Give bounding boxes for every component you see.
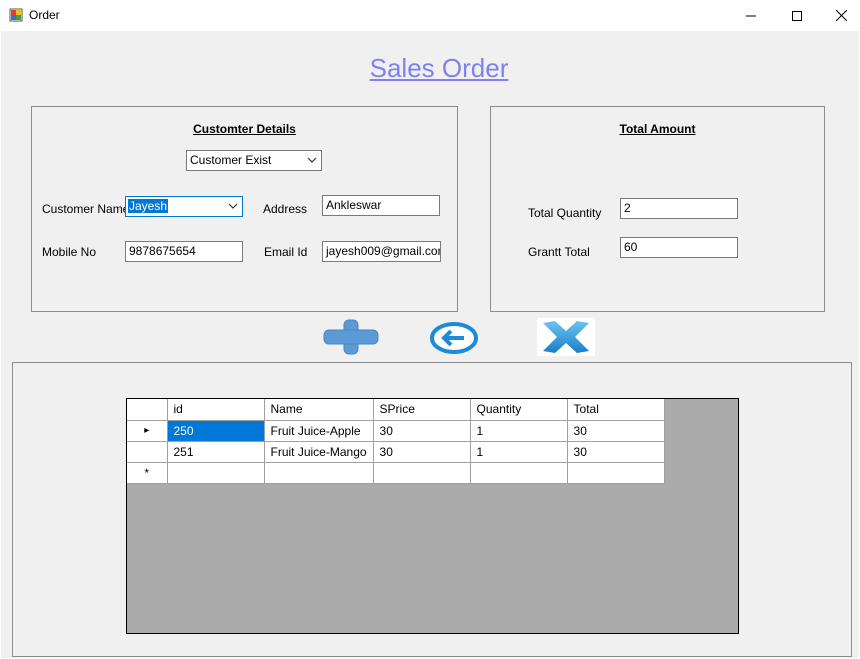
cell-total[interactable]: 30: [567, 420, 665, 442]
page-title[interactable]: Sales Order: [1, 53, 860, 84]
cell-quantity[interactable]: 1: [470, 420, 568, 442]
chevron-down-icon: [228, 203, 238, 209]
mobile-field[interactable]: 9878675654: [125, 241, 243, 262]
chevron-down-icon: [307, 157, 317, 163]
cell-id[interactable]: 251: [167, 441, 265, 463]
total-quantity-label: Total Quantity: [528, 206, 602, 220]
add-button[interactable]: [322, 318, 380, 356]
total-amount-group: Total Amount Total Quantity 2 Grantt Tot…: [490, 106, 825, 312]
mobile-label: Mobile No: [42, 245, 97, 259]
row-header-corner: [127, 399, 168, 421]
email-field[interactable]: jayesh009@gmail.com: [322, 241, 441, 262]
column-header-total[interactable]: Total: [567, 399, 665, 421]
cell-name[interactable]: Fruit Juice-Mango: [264, 441, 374, 463]
total-quantity-field[interactable]: 2: [620, 198, 738, 219]
order-items-grid[interactable]: id Name SPrice Quantity Total ▸ 250 Frui…: [126, 398, 739, 634]
current-row-indicator-icon: ▸: [127, 420, 168, 442]
delete-button[interactable]: [537, 318, 595, 356]
cell-name[interactable]: Fruit Juice-Apple: [264, 420, 374, 442]
title-bar: Order: [0, 0, 860, 31]
cell-name[interactable]: [264, 462, 374, 484]
window-title: Order: [29, 8, 60, 22]
grand-total-label: Grantt Total: [528, 245, 590, 259]
column-header-sprice[interactable]: SPrice: [373, 399, 471, 421]
cell-total[interactable]: 30: [567, 441, 665, 463]
cell-total[interactable]: [567, 462, 665, 484]
app-icon: [9, 8, 23, 22]
plus-icon: [323, 319, 379, 355]
customer-name-value: Jayesh: [128, 199, 169, 213]
cell-sprice[interactable]: [373, 462, 471, 484]
address-field[interactable]: Ankleswar: [322, 195, 440, 216]
cell-quantity[interactable]: [470, 462, 568, 484]
new-row-indicator-icon: *: [127, 462, 168, 484]
cell-id[interactable]: [167, 462, 265, 484]
cell-quantity[interactable]: 1: [470, 441, 568, 463]
back-arrow-icon: [430, 322, 478, 354]
row-header: [127, 441, 168, 463]
cell-sprice[interactable]: 30: [373, 420, 471, 442]
column-header-quantity[interactable]: Quantity: [470, 399, 568, 421]
new-row[interactable]: *: [127, 462, 665, 484]
table-row[interactable]: ▸ 250 Fruit Juice-Apple 30 1 30: [127, 420, 665, 442]
grand-total-field[interactable]: 60: [620, 237, 738, 258]
order-items-table: id Name SPrice Quantity Total ▸ 250 Frui…: [127, 399, 665, 484]
close-icon: [835, 10, 847, 21]
cell-sprice[interactable]: 30: [373, 441, 471, 463]
minimize-icon: [746, 15, 756, 16]
column-header-name[interactable]: Name: [264, 399, 374, 421]
cell-id[interactable]: 250: [167, 420, 265, 442]
items-panel: id Name SPrice Quantity Total ▸ 250 Frui…: [12, 362, 852, 657]
customer-details-group: Customter Details Customer Exist Custome…: [31, 106, 458, 312]
customer-name-combo[interactable]: Jayesh: [125, 196, 243, 217]
column-header-id[interactable]: id: [167, 399, 265, 421]
maximize-icon: [792, 10, 802, 21]
email-label: Email Id: [264, 245, 308, 259]
customer-name-label: Customer Name: [42, 202, 130, 216]
x-delete-icon: [543, 321, 589, 353]
customer-mode-value: Customer Exist: [190, 153, 272, 167]
form-client-area: Sales Order Customter Details Customer E…: [1, 31, 859, 658]
minimize-button[interactable]: [728, 0, 774, 31]
address-label: Address: [263, 202, 308, 216]
customer-mode-combo[interactable]: Customer Exist: [186, 150, 322, 171]
grid-header-row: id Name SPrice Quantity Total: [127, 399, 665, 421]
back-button[interactable]: [430, 320, 478, 356]
close-button[interactable]: [818, 0, 860, 31]
customer-details-title: Customter Details: [193, 122, 296, 136]
maximize-button[interactable]: [774, 0, 820, 31]
table-row[interactable]: 251 Fruit Juice-Mango 30 1 30: [127, 441, 665, 463]
total-amount-title: Total Amount: [619, 122, 696, 136]
